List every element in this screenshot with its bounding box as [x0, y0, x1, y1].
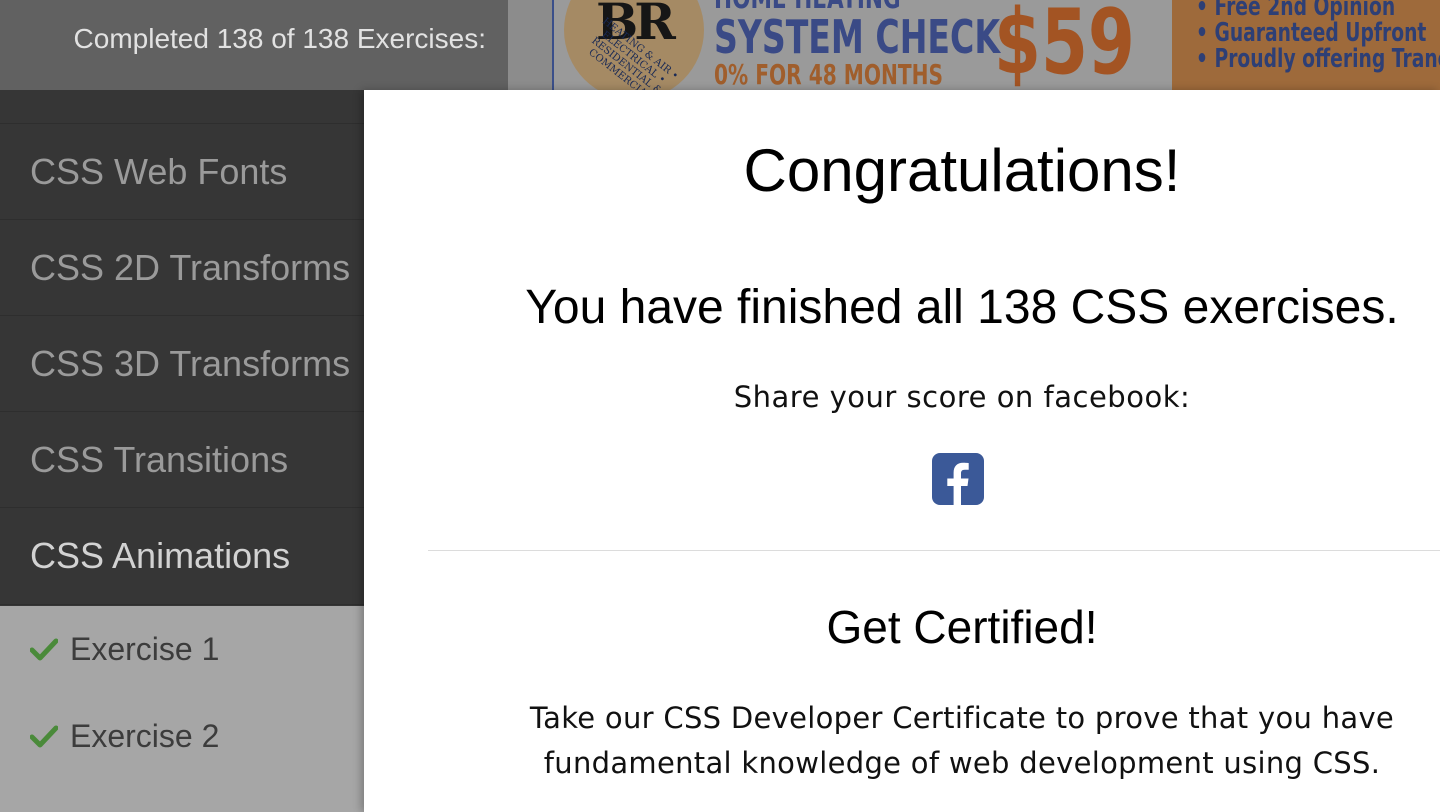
sidebar-item-css-transitions[interactable]: CSS Transitions [0, 412, 364, 508]
facebook-icon [932, 453, 984, 505]
certification-description-line: fundamental knowledge of web development… [543, 746, 1381, 780]
sidebar: CSS Web Fonts CSS 2D Transforms CSS 3D T… [0, 90, 364, 812]
exercise-list: Exercise 1 Exercise 2 [0, 606, 364, 812]
ad-headline-line3: 0% FOR 48 MONTHS [714, 58, 943, 90]
certification-description: Take our CSS Developer Certificate to pr… [364, 696, 1440, 786]
exercise-item-1[interactable]: Exercise 1 [0, 606, 364, 692]
certification-description-line: Take our CSS Developer Certificate to pr… [529, 701, 1395, 735]
ad-creative[interactable]: BR HEATING & AIR • ELECTRICAL • RESIDENT… [552, 0, 1440, 90]
share-prompt: Share your score on facebook: [733, 380, 1191, 414]
modal-title: Congratulations! [743, 137, 1181, 204]
exercise-label: Exercise 2 [70, 717, 220, 754]
sidebar-top-gap [0, 90, 364, 124]
facebook-share-button[interactable] [932, 453, 984, 505]
congratulations-modal: Congratulations! You have finished all 1… [364, 90, 1440, 812]
exercise-label: Exercise 1 [70, 630, 220, 667]
sidebar-item-css-animations[interactable]: CSS Animations [0, 508, 364, 605]
checkmark-icon [30, 725, 58, 748]
exercise-item-2[interactable]: Exercise 2 [0, 692, 364, 780]
checkmark-icon [30, 638, 58, 661]
finished-message: You have finished all 138 CSS exercises. [525, 281, 1399, 334]
sidebar-item-css-3d-transforms[interactable]: CSS 3D Transforms [0, 316, 364, 412]
ad-banner[interactable]: BR HEATING & AIR • ELECTRICAL • RESIDENT… [508, 0, 1440, 90]
sidebar-item-css-web-fonts[interactable]: CSS Web Fonts [0, 124, 364, 220]
ad-bullet-list: • Free 2nd Opinion • Guaranteed Upfront … [1172, 0, 1440, 90]
certification-title: Get Certified! [826, 601, 1098, 653]
ad-price: $59 [994, 0, 1135, 90]
ad-bullet: • Proudly offering Trane [1196, 44, 1440, 74]
top-bar: Completed 138 of 138 Exercises: BR HEATI… [0, 0, 1440, 90]
progress-text: Completed 138 of 138 Exercises: [73, 23, 486, 54]
sidebar-item-css-2d-transforms[interactable]: CSS 2D Transforms [0, 220, 364, 316]
section-divider [428, 550, 1440, 551]
ad-headline: HOME HEATING SYSTEM CHECK 0% FOR 48 MONT… [714, 0, 1000, 90]
ad-headline-line2: SYSTEM CHECK [714, 10, 1001, 64]
